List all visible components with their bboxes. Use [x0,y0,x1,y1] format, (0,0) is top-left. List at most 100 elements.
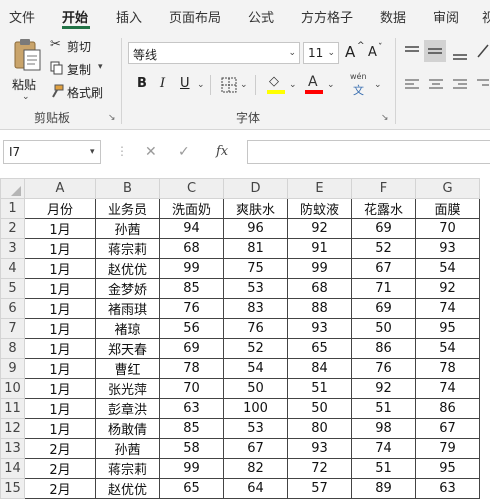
cell[interactable]: 1月 [24,377,96,399]
cell[interactable]: 57 [287,477,352,499]
cell[interactable]: 80 [287,417,352,439]
cell[interactable]: 89 [351,477,416,499]
dialog-launcher-icon[interactable]: ↘ [381,113,389,123]
cell[interactable]: 50 [223,377,288,399]
cell[interactable]: 74 [351,437,416,459]
cancel-icon[interactable]: ✕ [145,144,157,160]
cell[interactable]: 67 [415,417,480,439]
cut-button[interactable]: ✂ 剪切 [50,37,120,55]
tab-file[interactable]: 文件 [9,7,35,26]
cell[interactable]: 85 [159,417,224,439]
cell[interactable]: 64 [223,477,288,499]
row-header[interactable]: 11 [0,397,25,419]
decrease-indent-icon[interactable] [476,78,490,92]
cell[interactable]: 84 [287,357,352,379]
cell[interactable]: 杨敢倩 [95,417,160,439]
cell[interactable]: 68 [287,277,352,299]
fill-color-button[interactable]: ◇ [266,74,288,96]
cell[interactable]: 99 [159,457,224,479]
column-header-b[interactable]: B [95,178,160,199]
cell[interactable]: 100 [223,397,288,419]
column-title-cell[interactable]: 爽肤水 [223,197,288,219]
cell[interactable]: 2月 [24,437,96,459]
cell[interactable]: 85 [159,277,224,299]
cell[interactable]: 孙茜 [95,217,160,239]
align-top-icon[interactable] [404,45,420,59]
drag-handle-icon[interactable]: ⋮ [116,144,128,158]
cell[interactable]: 74 [415,377,480,399]
align-center-icon[interactable] [428,78,444,92]
cell[interactable]: 94 [159,217,224,239]
format-painter-button[interactable]: 格式刷 [50,83,120,101]
shrink-font-button[interactable]: A [368,45,377,60]
cell[interactable]: 63 [415,477,480,499]
cell[interactable]: 1月 [24,217,96,239]
tab-home[interactable]: 开始 [62,7,88,26]
row-header[interactable]: 15 [0,477,25,499]
cell[interactable]: 1月 [24,237,96,259]
cell[interactable]: 赵优优 [95,257,160,279]
cell[interactable]: 70 [415,217,480,239]
cell[interactable]: 99 [159,257,224,279]
tab-data[interactable]: 数据 [380,7,406,26]
row-header[interactable]: 9 [0,357,25,379]
row-header[interactable]: 5 [0,277,25,299]
column-title-cell[interactable]: 月份 [24,197,96,219]
align-bottom-icon[interactable] [452,47,468,61]
row-header[interactable]: 4 [0,257,25,279]
cell[interactable]: 蒋宗莉 [95,457,160,479]
cell[interactable]: 75 [223,257,288,279]
cell[interactable]: 58 [159,437,224,459]
cell[interactable]: 52 [351,237,416,259]
cell[interactable]: 65 [159,477,224,499]
row-header[interactable]: 1 [0,197,25,219]
cell[interactable]: 86 [415,397,480,419]
tab-insert[interactable]: 插入 [116,7,142,26]
cell[interactable]: 76 [223,317,288,339]
row-header[interactable]: 12 [0,417,25,439]
row-header[interactable]: 2 [0,217,25,239]
cell[interactable]: 76 [159,297,224,319]
cell[interactable]: 50 [351,317,416,339]
cell[interactable]: 95 [415,317,480,339]
cell[interactable]: 1月 [24,357,96,379]
tab-fangfangezi[interactable]: 方方格子 [301,7,353,26]
cell[interactable]: 张光萍 [95,377,160,399]
tab-formulas[interactable]: 公式 [248,7,274,26]
cell[interactable]: 96 [223,217,288,239]
cell[interactable]: 54 [415,337,480,359]
grow-font-button[interactable]: A [345,43,355,61]
enter-icon[interactable]: ✓ [178,144,190,160]
cell[interactable]: 78 [415,357,480,379]
cell[interactable]: 81 [223,237,288,259]
column-title-cell[interactable]: 洗面奶 [159,197,224,219]
cell[interactable]: 86 [351,337,416,359]
column-header-f[interactable]: F [351,178,416,199]
cell[interactable]: 褚雨琪 [95,297,160,319]
copy-button[interactable]: 复制 ▾ [50,60,120,78]
cell[interactable]: 1月 [24,417,96,439]
cell[interactable]: 93 [287,317,352,339]
cell[interactable]: 51 [287,377,352,399]
paste-button[interactable]: 粘贴 ⌄ [4,36,44,106]
tab-view[interactable]: 视 [482,7,490,26]
cell[interactable]: 1月 [24,297,96,319]
row-header[interactable]: 10 [0,377,25,399]
cell[interactable]: 53 [223,277,288,299]
cell[interactable]: 74 [415,297,480,319]
cell[interactable]: 69 [159,337,224,359]
phonetic-button[interactable]: wén 文 [347,72,373,98]
cell[interactable]: 76 [351,357,416,379]
cell[interactable]: 78 [159,357,224,379]
cell[interactable]: 82 [223,457,288,479]
font-size-select[interactable]: 11 ⌄ [303,42,339,64]
cell[interactable]: 2月 [24,457,96,479]
row-header[interactable]: 7 [0,317,25,339]
cell[interactable]: 蒋宗莉 [95,237,160,259]
cell[interactable]: 72 [287,457,352,479]
font-name-select[interactable]: 等线 ⌄ [128,42,300,64]
cell[interactable]: 1月 [24,397,96,419]
cell[interactable]: 93 [415,237,480,259]
column-title-cell[interactable]: 业务员 [95,197,160,219]
underline-button[interactable]: U [180,76,190,91]
